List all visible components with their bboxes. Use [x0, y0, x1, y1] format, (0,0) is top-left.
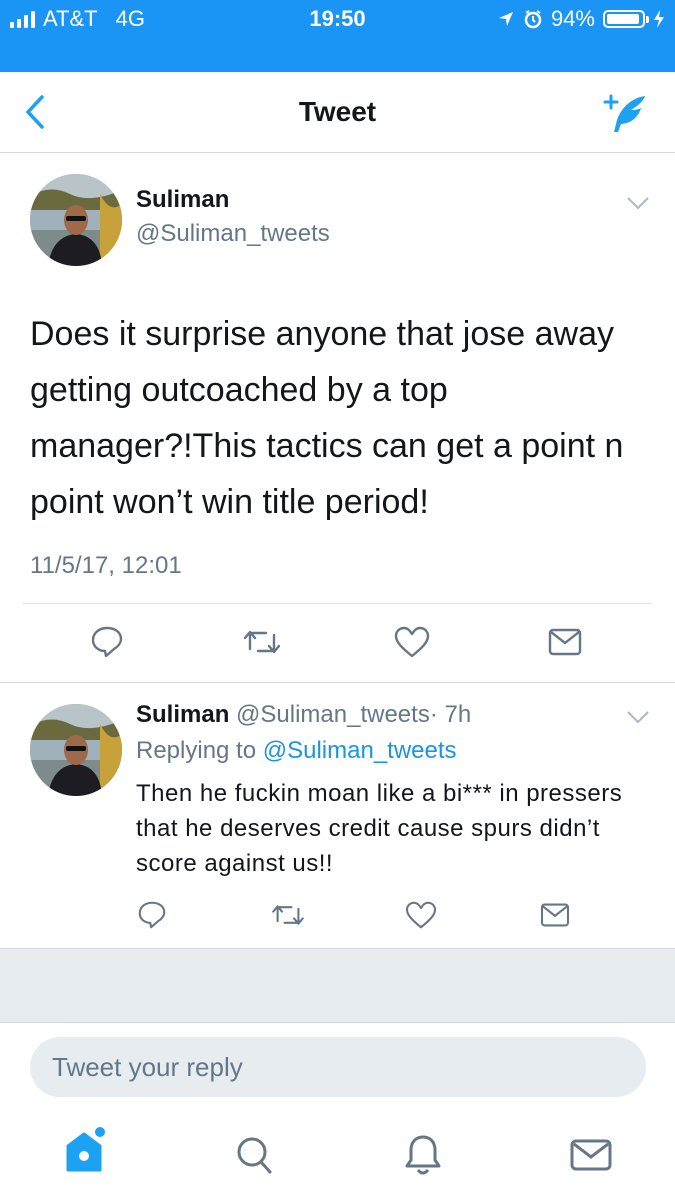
retweet-icon[interactable]	[244, 627, 280, 657]
divider	[0, 682, 675, 683]
compose-tweet-button[interactable]	[601, 92, 649, 136]
conversation-end-spacer	[0, 948, 675, 1023]
status-bar: AT&T 4G 19:50 94%	[0, 0, 675, 72]
tweet-timestamp: 11/5/17, 12:01	[30, 552, 182, 579]
compose-feather-icon	[603, 94, 645, 132]
alarm-clock-icon	[524, 10, 542, 29]
replying-to: Replying to @Suliman_tweets	[136, 737, 457, 765]
navigation-bar: Tweet	[0, 72, 675, 153]
tweet-reply-input[interactable]	[30, 1037, 646, 1097]
location-arrow-icon	[498, 12, 513, 26]
tweet-text: Does it surprise anyone that jose away g…	[30, 315, 624, 521]
avatar[interactable]	[30, 174, 122, 266]
author-handle[interactable]: @Suliman_tweets	[136, 220, 330, 248]
page-title: Tweet	[298, 96, 377, 127]
author-handle[interactable]: @Suliman_tweets	[236, 701, 430, 728]
chevron-down-icon[interactable]	[626, 710, 650, 724]
direct-message-icon[interactable]	[540, 902, 570, 928]
like-icon[interactable]	[405, 901, 437, 929]
reply-icon[interactable]	[90, 626, 124, 658]
replying-to-label: Replying to	[136, 737, 257, 764]
tweet-age: · 7h	[429, 701, 472, 728]
reply-header: Suliman @Suliman_tweets· 7h	[136, 701, 471, 729]
chevron-down-icon[interactable]	[626, 196, 650, 210]
battery-icon	[603, 10, 649, 28]
reply-text: Then he fuckin moan like a bi*** in pres…	[136, 780, 623, 877]
battery-percentage: 94%	[550, 6, 595, 31]
messages-icon[interactable]	[570, 1138, 612, 1172]
reply-icon[interactable]	[137, 901, 167, 929]
retweet-icon[interactable]	[272, 902, 304, 928]
search-icon[interactable]	[236, 1136, 272, 1176]
author-name[interactable]: Suliman	[136, 186, 229, 214]
avatar[interactable]	[30, 704, 122, 796]
author-name[interactable]: Suliman	[136, 701, 229, 728]
notifications-icon[interactable]	[404, 1134, 442, 1176]
like-icon[interactable]	[394, 626, 430, 658]
direct-message-icon[interactable]	[548, 627, 582, 657]
charging-bolt-icon	[654, 10, 664, 28]
divider	[22, 603, 653, 604]
home-icon[interactable]	[64, 1126, 108, 1174]
replying-to-handle-link[interactable]: @Suliman_tweets	[263, 737, 457, 764]
